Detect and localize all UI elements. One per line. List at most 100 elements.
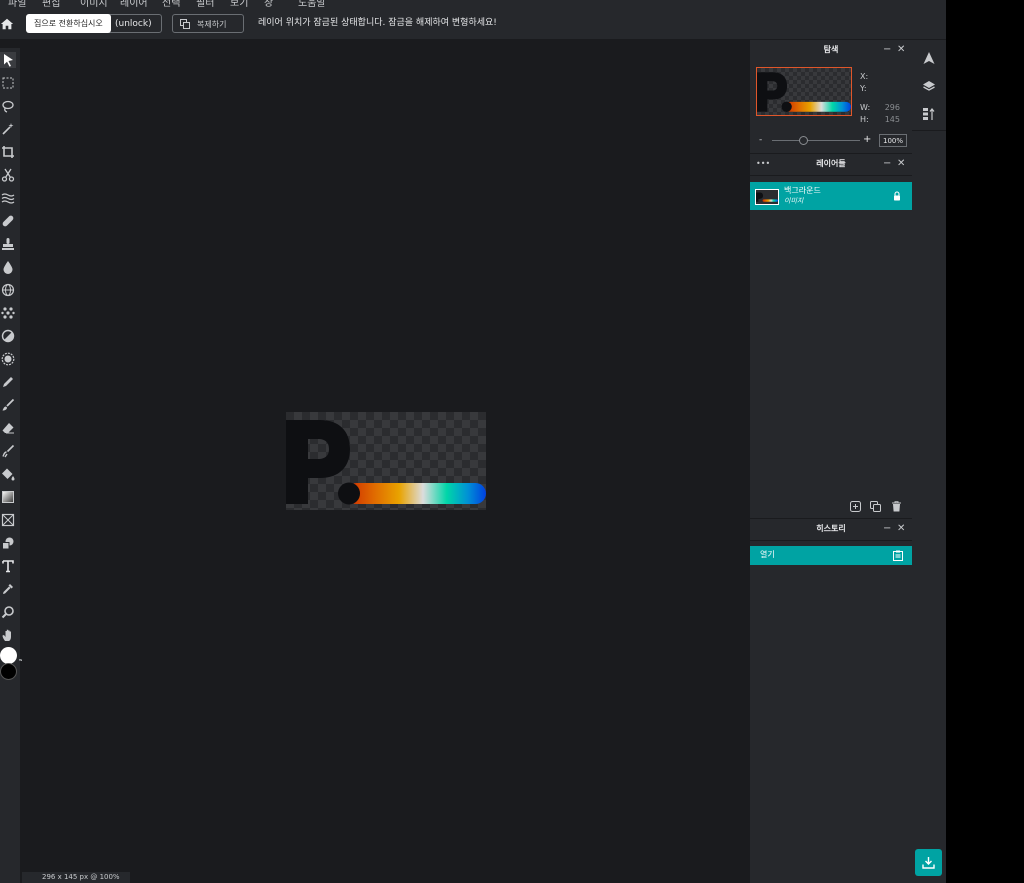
navigator-close-icon[interactable]: ✕ [897,41,905,59]
zoom-in-button[interactable]: + [863,134,871,145]
tool-blur[interactable] [0,259,16,275]
brush-icon [2,398,15,411]
menu-window[interactable]: 창 [264,0,273,8]
navigator-x-label: X: [860,72,869,81]
shapes-icon [2,537,14,550]
magnifier-icon [1,606,14,619]
tool-dots[interactable] [0,305,16,321]
home-tooltip: 집으로 전환하십시오 [26,14,111,33]
menu-view[interactable]: 보기 [230,0,248,8]
tool-eraser[interactable] [0,420,16,436]
background-color-swatch[interactable] [0,663,17,680]
panel-divider [750,175,912,176]
zoom-input[interactable]: 100% [879,134,907,147]
tool-brush[interactable] [0,397,16,413]
text-icon [2,560,14,573]
panel-divider [750,540,912,541]
history-item[interactable]: 열기 [750,546,912,565]
tool-magic-wand[interactable] [0,121,16,137]
tool-crop[interactable] [0,144,16,160]
tool-text[interactable] [0,558,16,574]
zoom-out-button[interactable]: - [759,135,762,145]
zoom-slider-track[interactable] [772,140,860,141]
options-bar: (unlock) 집으로 전환하십시오 복제하기 레이어 위치가 잠금된 상태합… [0,8,946,40]
zoom-slider-handle[interactable] [798,136,808,145]
tool-dodge-burn[interactable] [0,328,16,344]
tool-sponge[interactable] [0,282,16,298]
photo-editor-app: 파일 편집 이미지 레이어 선택 필터 보기 창 도움말 (unlock) 집으… [0,0,946,883]
smudge-icon [2,444,15,458]
add-layer-icon[interactable] [850,501,861,512]
history-close-icon[interactable]: ✕ [897,520,905,538]
menu-select[interactable]: 선택 [162,0,180,8]
layer-thumbnail [755,189,779,205]
lock-icon[interactable] [892,191,902,201]
tool-sharpen[interactable] [0,351,16,367]
tool-shape[interactable] [0,535,16,551]
tool-eyedropper[interactable] [0,581,16,597]
tool-bar [0,48,26,883]
gradient-icon [2,491,14,503]
trash-icon[interactable] [891,501,902,512]
scissors-icon [1,168,15,182]
download-button[interactable] [915,849,942,876]
tool-healing[interactable] [0,213,16,229]
zoom-row: - + 100% [750,132,912,150]
tool-marquee[interactable] [0,75,16,91]
navigator-y-label: Y: [860,84,867,93]
tool-lasso[interactable] [0,98,16,114]
navigator-toggle-icon[interactable] [922,51,936,65]
tool-hand[interactable] [0,627,16,643]
menu-bar: 파일 편집 이미지 레이어 선택 필터 보기 창 도움말 [0,0,946,8]
menu-edit[interactable]: 편집 [42,0,60,8]
tool-clone-stamp[interactable] [0,236,16,252]
navigator-preview-image [757,72,851,112]
panel-divider [750,153,912,154]
duplicate-layer-icon[interactable] [870,501,881,512]
menu-layer[interactable]: 레이어 [120,0,148,8]
tool-gradient[interactable] [0,489,16,505]
paint-bucket-icon [2,468,15,481]
menu-filter[interactable]: 필터 [196,0,214,8]
panel-divider [750,518,912,519]
tool-placeholder[interactable] [0,512,16,528]
tool-pencil[interactable] [0,374,16,390]
menu-file[interactable]: 파일 [8,0,26,8]
duplicate-icon [180,19,190,29]
navigator-thumbnail[interactable] [756,67,852,116]
tool-liquify[interactable] [0,190,16,206]
history-minimize-icon[interactable]: − [883,520,891,538]
home-icon [0,18,14,30]
tool-paint-bucket[interactable] [0,466,16,482]
layer-row[interactable]: 백그라운드 이미지 [750,182,912,210]
tool-smudge[interactable] [0,443,16,459]
globe-icon [1,283,15,297]
tool-cut[interactable] [0,167,16,183]
menu-image[interactable]: 이미지 [80,0,108,8]
layer-type: 이미지 [784,197,804,205]
navigator-h-value: 145 [884,115,900,124]
right-toolbar-divider [912,130,946,131]
layer-lock-message: 레이어 위치가 잠금된 상태합니다. 잠금을 해제하여 변형하세요! [258,18,497,28]
image-placeholder-icon [1,513,15,527]
tool-move[interactable] [0,52,16,68]
crop-icon [2,146,14,158]
tool-zoom[interactable] [0,604,16,620]
right-toolbar [912,40,946,883]
layers-minimize-icon[interactable]: − [883,155,891,173]
unlock-button[interactable]: (unlock) [104,14,162,33]
navigator-minimize-icon[interactable]: − [883,41,891,59]
home-button[interactable] [0,16,16,32]
history-toggle-icon[interactable] [922,107,936,121]
eyedropper-icon [3,584,13,594]
layers-close-icon[interactable]: ✕ [897,155,905,173]
foreground-color-swatch[interactable] [0,647,17,664]
marquee-icon [2,77,14,89]
dots-icon [1,307,15,319]
lasso-icon [2,100,14,113]
document-canvas[interactable] [286,412,486,510]
contrast-icon [1,329,15,343]
menu-help[interactable]: 도움말 [298,0,326,8]
layers-toggle-icon[interactable] [922,79,936,93]
duplicate-button[interactable]: 복제하기 [172,14,244,33]
